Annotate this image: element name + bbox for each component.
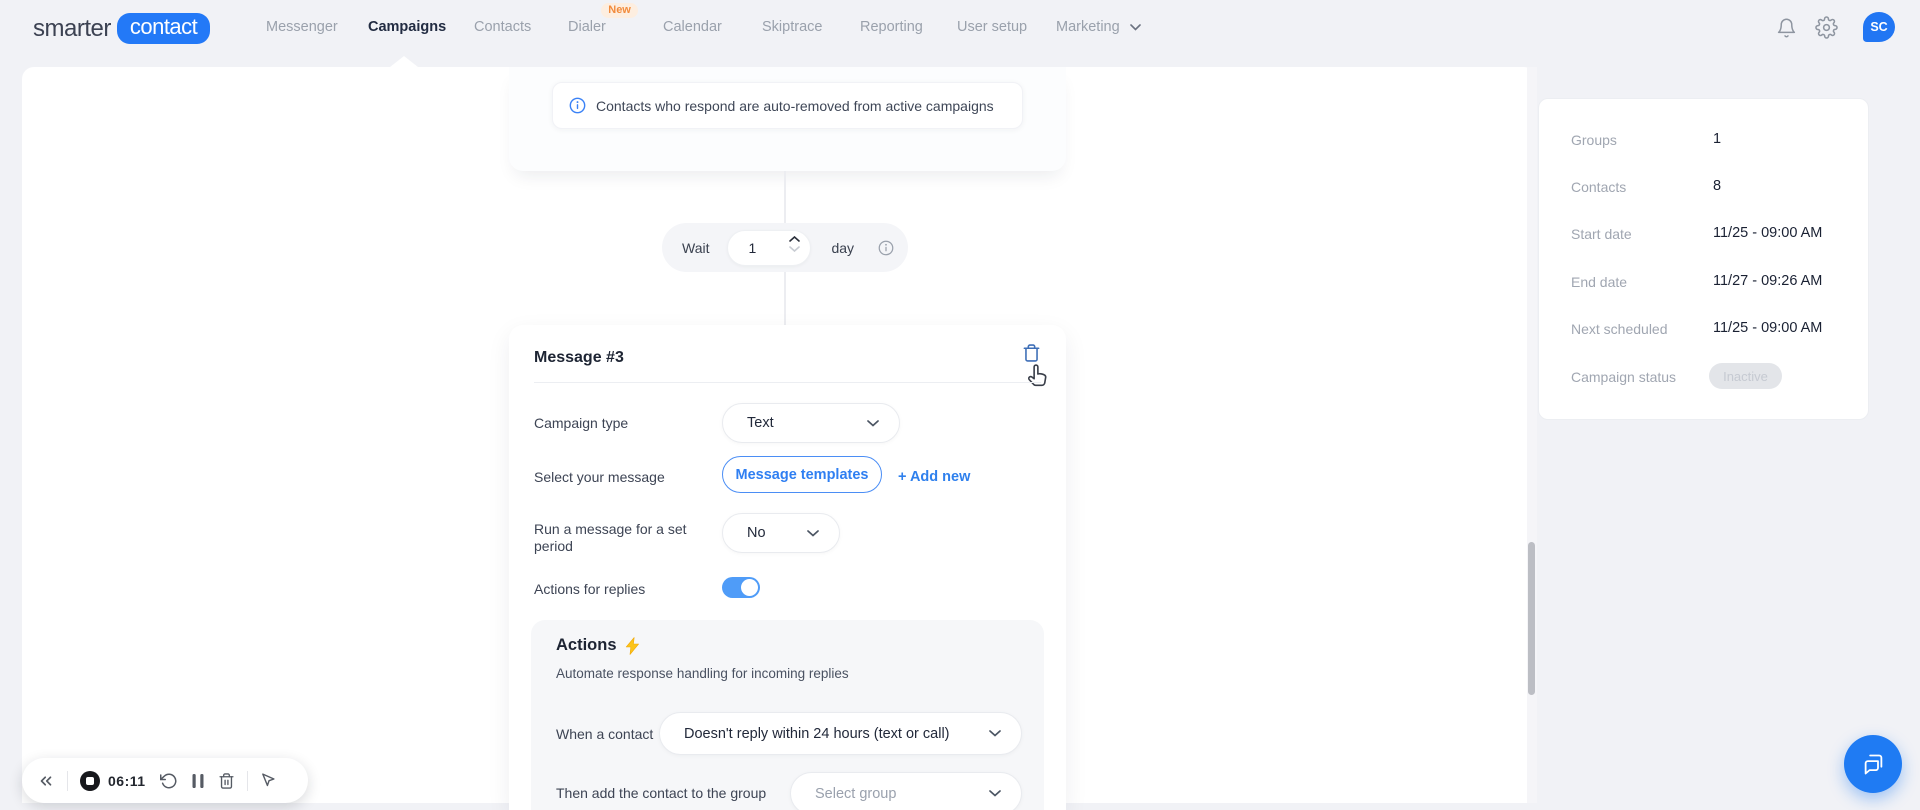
- summary-value: 11/25 - 09:00 AM: [1713, 320, 1823, 336]
- flow-connector: [784, 272, 786, 325]
- status-badge: Inactive: [1709, 363, 1782, 389]
- summary-label: Groups: [1571, 132, 1617, 148]
- hand-cursor: [1023, 363, 1049, 393]
- chevron-down-icon: [989, 730, 1001, 737]
- campaign-type-label: Campaign type: [534, 415, 629, 431]
- nav-item-calendar[interactable]: Calendar: [663, 19, 722, 35]
- message-card: Message #3 Campaign type Text Select you…: [509, 325, 1066, 810]
- select-group-select[interactable]: Select group: [790, 772, 1022, 810]
- chevron-down-icon: [1129, 24, 1141, 31]
- summary-value: 8: [1713, 178, 1722, 194]
- scrollbar-thumb[interactable]: [1528, 542, 1535, 695]
- nav-item-contacts[interactable]: Contacts: [474, 19, 531, 35]
- when-condition-value: Doesn't reply within 24 hours (text or c…: [684, 725, 950, 742]
- new-badge: New: [601, 3, 638, 18]
- brand-word-left: smarter: [33, 14, 111, 42]
- toggle-knob: [741, 579, 758, 596]
- chevron-down-icon: [867, 419, 879, 427]
- restart-icon[interactable]: [159, 772, 178, 790]
- auto-remove-banner: Contacts who respond are auto-removed fr…: [552, 82, 1023, 129]
- campaign-status-label: Campaign status: [1571, 369, 1677, 385]
- summary-label: Contacts: [1571, 179, 1627, 195]
- brand-word-right: contact: [116, 13, 211, 44]
- select-message-label: Select your message: [534, 469, 665, 485]
- run-period-select[interactable]: No: [722, 513, 840, 553]
- when-a-contact-label: When a contact: [556, 726, 654, 742]
- gear-icon[interactable]: [1815, 16, 1838, 39]
- previous-step-card: Contacts who respond are auto-removed fr…: [509, 67, 1066, 171]
- active-tab-notch: [390, 56, 418, 67]
- avatar[interactable]: SC: [1863, 12, 1895, 42]
- flow-connector: [784, 171, 786, 223]
- run-period-label: Run a message for a set period: [534, 521, 687, 554]
- actions-title: Actions: [556, 636, 617, 654]
- banner-text: Contacts who respond are auto-removed fr…: [596, 97, 994, 114]
- collapse-icon[interactable]: [37, 772, 55, 790]
- info-icon: [569, 97, 586, 114]
- summary-label: Start date: [1571, 226, 1632, 242]
- run-period-value: No: [747, 525, 766, 541]
- info-icon[interactable]: [878, 240, 894, 256]
- recording-time: 06:11: [108, 772, 146, 789]
- nav-item-dialer-label: Dialer: [568, 19, 606, 35]
- message-card-title: Message #3: [534, 349, 624, 366]
- divider: [67, 770, 68, 791]
- delete-message-button[interactable]: [1022, 343, 1041, 363]
- smarter-contact-app: smarter contact Messenger Campaigns Cont…: [0, 0, 1920, 810]
- record-stop-icon[interactable]: [80, 770, 100, 791]
- chat-launcher-button[interactable]: [1844, 735, 1902, 793]
- cursor-icon[interactable]: [260, 772, 277, 789]
- select-group-placeholder: Select group: [815, 785, 897, 802]
- actions-for-replies-label: Actions for replies: [534, 581, 646, 597]
- actions-for-replies-toggle[interactable]: [722, 577, 760, 598]
- nav-item-user-setup[interactable]: User setup: [957, 19, 1027, 35]
- wait-step: Wait 1 day: [662, 223, 908, 272]
- nav-item-marketing[interactable]: Marketing: [1056, 19, 1141, 35]
- divider: [534, 382, 1041, 383]
- pause-icon[interactable]: [191, 773, 205, 789]
- nav-item-campaigns[interactable]: Campaigns: [368, 19, 446, 35]
- nav-item-messenger[interactable]: Messenger: [266, 19, 338, 35]
- message-templates-button[interactable]: Message templates: [722, 456, 882, 493]
- campaign-summary-card: Groups 1 Contacts 8 Start date 11/25 - 0…: [1538, 98, 1869, 420]
- actions-subtitle: Automate response handling for incoming …: [556, 666, 849, 681]
- campaign-type-value: Text: [747, 415, 774, 431]
- recorder-toolbar: 06:11: [22, 758, 308, 803]
- wait-unit: day: [831, 239, 855, 256]
- summary-label: End date: [1571, 274, 1628, 290]
- then-add-group-label: Then add the contact to the group: [556, 785, 767, 801]
- nav-item-marketing-label: Marketing: [1056, 19, 1120, 35]
- brand-logo[interactable]: smarter contact: [33, 13, 211, 44]
- nav-item-skiptrace[interactable]: Skiptrace: [762, 19, 822, 35]
- trash-icon[interactable]: [218, 772, 235, 790]
- stepper-arrows[interactable]: [789, 235, 801, 252]
- chevron-down-icon: [807, 529, 819, 537]
- chevron-down-icon: [789, 245, 801, 252]
- chevron-down-icon: [989, 790, 1001, 797]
- summary-value: 1: [1713, 131, 1722, 147]
- actions-section: Actions Automate response handling for i…: [531, 620, 1044, 810]
- chat-bubbles-icon: [1860, 751, 1887, 778]
- summary-label: Next scheduled: [1571, 321, 1668, 337]
- campaign-type-select[interactable]: Text: [722, 403, 900, 443]
- nav-item-reporting[interactable]: Reporting: [860, 19, 923, 35]
- summary-value: 11/25 - 09:00 AM: [1713, 225, 1823, 241]
- divider: [246, 770, 248, 791]
- wait-value: 1: [748, 239, 757, 256]
- wait-label: Wait: [682, 239, 710, 256]
- add-new-link[interactable]: + Add new: [898, 469, 970, 485]
- wait-days-stepper[interactable]: 1: [727, 229, 812, 266]
- chevron-up-icon: [789, 235, 801, 242]
- lightning-icon: [625, 636, 640, 655]
- nav-item-dialer[interactable]: Dialer New: [568, 3, 638, 35]
- bell-icon[interactable]: [1776, 17, 1797, 39]
- when-condition-select[interactable]: Doesn't reply within 24 hours (text or c…: [659, 712, 1022, 755]
- summary-value: 11/27 - 09:26 AM: [1713, 273, 1823, 289]
